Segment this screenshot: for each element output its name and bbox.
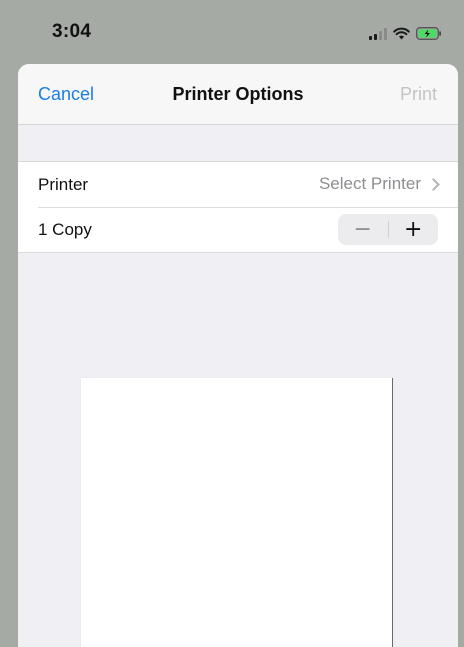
- page-title: Printer Options: [172, 84, 304, 104]
- printer-settings-group: Printer Select Printer 1 Copy − +: [18, 161, 458, 253]
- status-icons: [369, 24, 442, 40]
- copies-stepper[interactable]: − +: [338, 214, 438, 245]
- decrement-button[interactable]: −: [338, 214, 388, 245]
- printer-options-sheet: Cancel Printer Options Print Printer Sel…: [18, 64, 458, 647]
- increment-button[interactable]: +: [389, 214, 439, 245]
- printer-value: Select Printer: [318, 174, 421, 193]
- print-button[interactable]: Print: [400, 84, 437, 105]
- wifi-icon: [393, 27, 410, 40]
- print-options-screen: 3:04 Cancel Printer Options Print Printe…: [0, 0, 464, 647]
- copies-label: 1 Copy: [38, 219, 92, 239]
- dimmed-background-left: [0, 0, 18, 647]
- printer-label: Printer: [38, 174, 89, 194]
- copies-row: 1 Copy − +: [18, 207, 458, 252]
- printer-row[interactable]: Printer Select Printer: [18, 162, 458, 207]
- page-preview[interactable]: [81, 378, 393, 647]
- battery-charging-icon: [416, 27, 441, 40]
- cellular-signal-icon: [369, 28, 387, 40]
- status-bar: 3:04: [0, 0, 464, 64]
- status-time: 3:04: [52, 21, 92, 42]
- navigation-bar: Cancel Printer Options Print: [18, 64, 458, 125]
- dimmed-background-right: [458, 0, 464, 647]
- chevron-right-icon: [427, 178, 440, 191]
- select-printer-link[interactable]: Select Printer: [318, 174, 440, 194]
